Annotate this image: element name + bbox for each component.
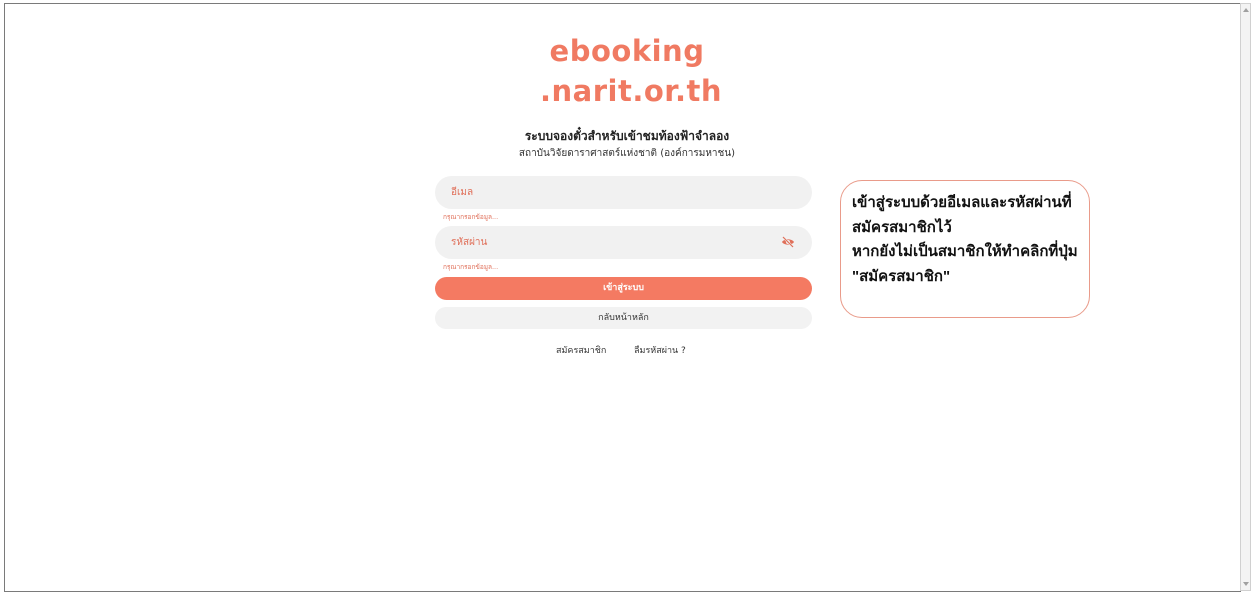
eye-off-icon[interactable] [781, 236, 795, 248]
forgot-password-link[interactable]: ลืมรหัสผ่าน ? [634, 343, 686, 357]
logo-domain: .narit.or.th [540, 74, 722, 108]
scroll-up-arrow-icon[interactable] [1243, 8, 1249, 12]
back-home-button[interactable]: กลับหน้าหลัก [435, 307, 812, 329]
callout-line: เข้าสู่ระบบด้วยอีเมลและรหัสผ่านที่ [852, 194, 1072, 211]
password-field[interactable]: รหัสผ่าน [435, 226, 812, 259]
email-placeholder: อีเมล [451, 187, 474, 198]
email-field[interactable]: อีเมล [435, 176, 812, 209]
instruction-callout: เข้าสู่ระบบด้วยอีเมลและรหัสผ่านที่ สมัคร… [840, 180, 1090, 318]
callout-line: "สมัครสมาชิก" [852, 267, 951, 285]
callout-line: หากยังไม่เป็นสมาชิกให้ทำคลิกที่ปุ่ม [852, 243, 1078, 260]
password-error-text: กรุณากรอกข้อมูล... [443, 263, 499, 271]
email-error-text: กรุณากรอกข้อมูล... [443, 213, 499, 221]
page-subtitle: สถาบันวิจัยดาราศาสตร์แห่งชาติ (องค์การมห… [518, 148, 736, 159]
logo-ebooking: ebooking [549, 34, 705, 68]
register-link[interactable]: สมัครสมาชิก [556, 343, 606, 357]
login-button[interactable]: เข้าสู่ระบบ [435, 277, 812, 300]
page-title: ระบบจองตั๋วสำหรับเข้าชมท้องฟ้าจำลอง [524, 129, 730, 143]
callout-line: สมัครสมาชิกไว้ [852, 218, 952, 236]
scroll-down-arrow-icon[interactable] [1243, 582, 1249, 586]
password-placeholder: รหัสผ่าน [451, 237, 488, 248]
